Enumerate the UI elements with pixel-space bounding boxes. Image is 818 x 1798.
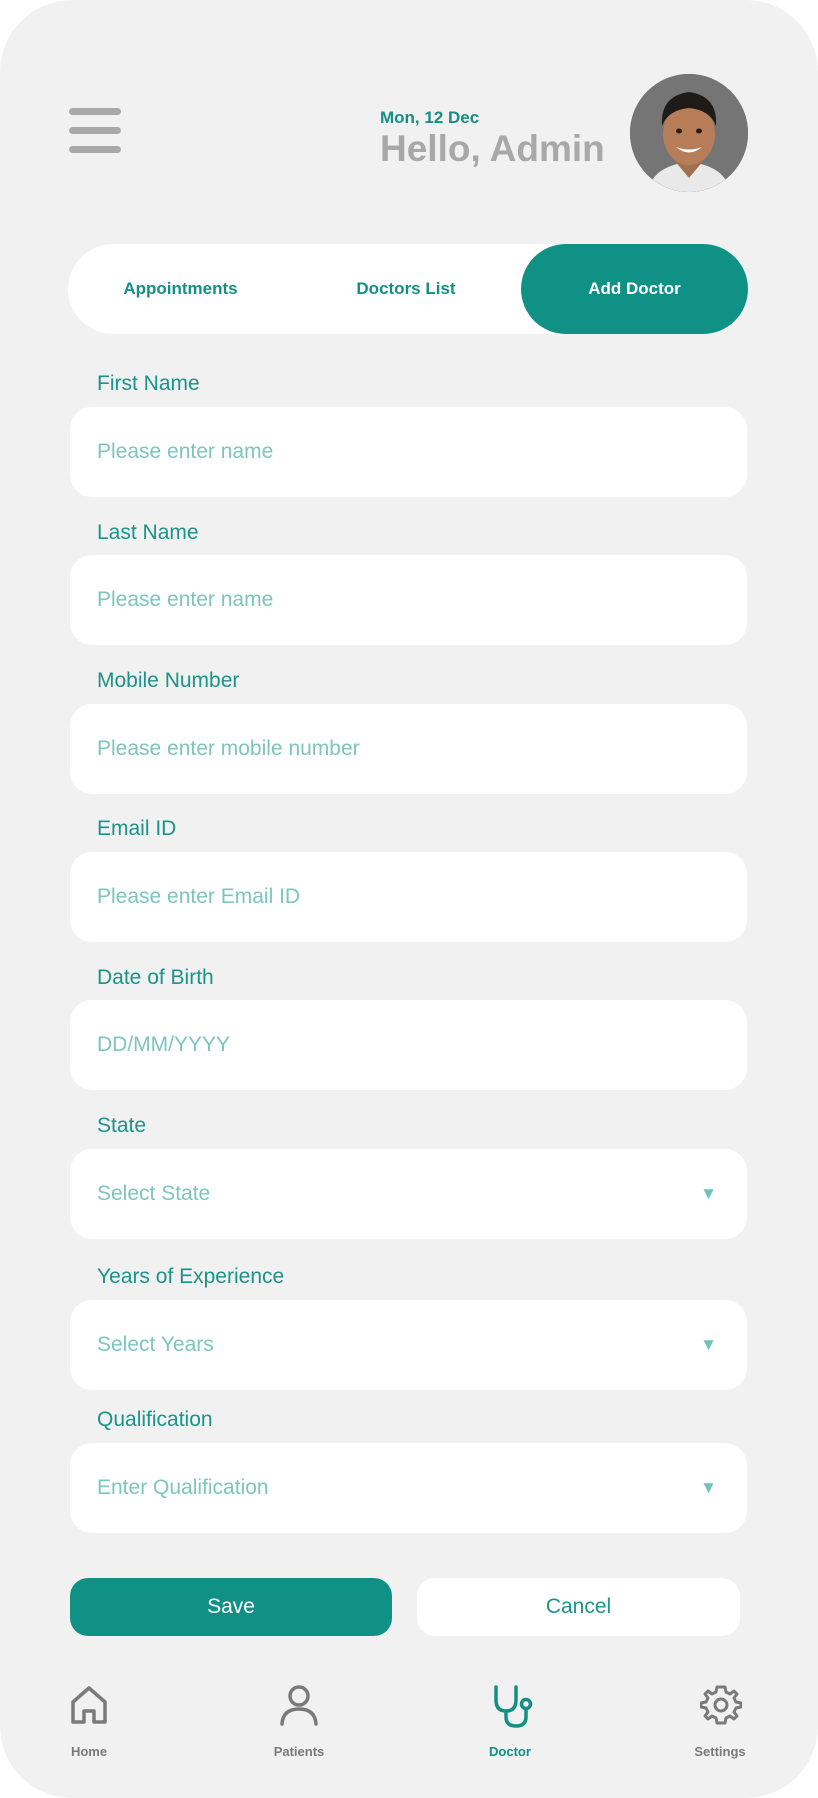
header-date: Mon, 12 Dec: [380, 108, 480, 127]
avatar[interactable]: [630, 74, 748, 192]
nav-home-label: Home: [70, 1744, 108, 1759]
first-name-label: First Name: [97, 372, 200, 395]
hamburger-menu-icon[interactable]: [69, 108, 121, 154]
first-name-placeholder: Please enter name: [97, 440, 274, 463]
mobile-number-placeholder: Please enter mobile number: [97, 737, 360, 760]
tab-appointments[interactable]: Appointments: [68, 244, 293, 334]
experience-select[interactable]: Select Years ▼: [70, 1300, 747, 1390]
tab-bar: Appointments Doctors List Add Doctor: [68, 244, 748, 334]
mobile-number-field[interactable]: Please enter mobile number: [70, 704, 747, 794]
save-button[interactable]: Save: [70, 1578, 392, 1636]
state-select[interactable]: Select State ▼: [70, 1149, 747, 1239]
cancel-button[interactable]: Cancel: [417, 1578, 740, 1636]
nav-settings-label: Settings: [694, 1744, 746, 1759]
menu-bar: [69, 127, 121, 134]
qualification-label: Qualification: [97, 1408, 213, 1431]
experience-label: Years of Experience: [97, 1265, 285, 1288]
stethoscope-icon: [494, 1685, 533, 1728]
menu-bar: [69, 146, 121, 153]
first-name-field[interactable]: Please enter name: [70, 407, 747, 497]
dob-label: Date of Birth: [97, 966, 214, 989]
dropdown-arrow-icon: ▼: [700, 1478, 717, 1497]
last-name-placeholder: Please enter name: [97, 588, 274, 611]
app-screen: Mon, 12 Dec Hello, Admin Appointments Do…: [0, 0, 818, 1798]
experience-placeholder: Select Years: [97, 1333, 214, 1356]
dob-field[interactable]: DD/MM/YYYY: [70, 1000, 747, 1090]
state-placeholder: Select State: [97, 1182, 211, 1205]
dropdown-arrow-icon: ▼: [700, 1184, 717, 1203]
home-icon: [71, 1686, 107, 1724]
header-greeting: Hello, Admin: [380, 128, 605, 169]
nav-doctor-label: Doctor: [489, 1744, 531, 1759]
tab-add-doctor[interactable]: Add Doctor: [521, 244, 748, 334]
email-placeholder: Please enter Email ID: [97, 885, 301, 908]
last-name-field[interactable]: Please enter name: [70, 555, 747, 645]
qualification-placeholder: Enter Qualification: [97, 1476, 269, 1499]
last-name-label: Last Name: [97, 521, 199, 544]
tab-doctors-list[interactable]: Doctors List: [293, 244, 519, 334]
avatar-photo: [630, 74, 748, 192]
dob-placeholder: DD/MM/YYYY: [97, 1033, 231, 1056]
user-icon: [280, 1685, 318, 1726]
gear-icon: [700, 1685, 742, 1725]
email-label: Email ID: [97, 817, 177, 840]
email-field[interactable]: Please enter Email ID: [70, 852, 747, 942]
nav-patients-label: Patients: [273, 1744, 325, 1759]
nav-home[interactable]: Home: [34, 1684, 144, 1764]
nav-doctor[interactable]: Doctor: [455, 1684, 565, 1764]
nav-settings[interactable]: Settings: [665, 1684, 775, 1764]
mobile-number-label: Mobile Number: [97, 669, 240, 692]
nav-patients[interactable]: Patients: [244, 1684, 354, 1764]
dropdown-arrow-icon: ▼: [700, 1335, 717, 1354]
qualification-select[interactable]: Enter Qualification ▼: [70, 1443, 747, 1533]
state-label: State: [97, 1114, 147, 1137]
menu-bar: [69, 108, 121, 115]
